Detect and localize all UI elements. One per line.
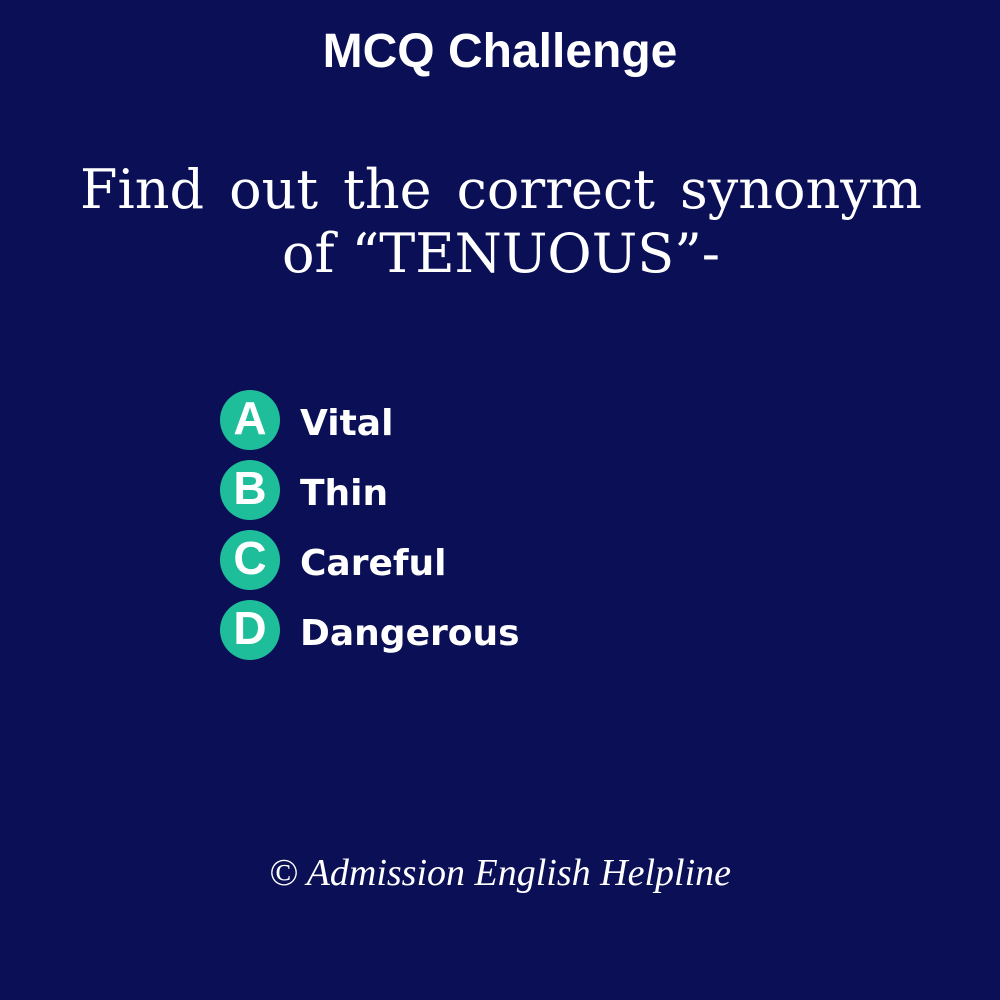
option-b[interactable]: B Thin [220, 460, 820, 520]
option-c[interactable]: C Careful [220, 530, 820, 590]
option-a[interactable]: A Vital [220, 390, 820, 450]
option-a-badge: A [220, 390, 280, 450]
option-d-label: Dangerous [300, 613, 520, 654]
page-title: MCQ Challenge [322, 25, 678, 78]
options-list: A Vital B Thin C Careful D Dangerous [220, 390, 820, 670]
option-d-badge: D [220, 600, 280, 660]
option-d[interactable]: D Dangerous [220, 600, 820, 660]
option-c-label: Careful [300, 543, 447, 584]
copyright-footer: © Admission English Helpline [269, 852, 731, 894]
option-c-badge: C [220, 530, 280, 590]
question-text: Find out the correct synonym of “TENUOUS… [80, 158, 922, 285]
option-a-label: Vital [300, 403, 394, 444]
option-b-badge: B [220, 460, 280, 520]
option-b-label: Thin [300, 473, 389, 514]
